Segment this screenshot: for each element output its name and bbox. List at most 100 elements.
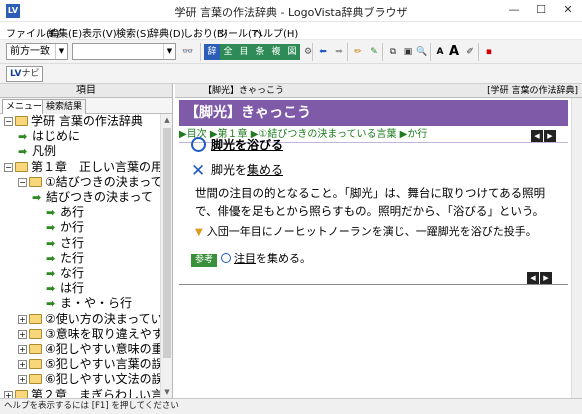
tree-folder[interactable]: − 第１章 正しい言葉の用 [4,160,160,175]
menu-bar: ファイル(F) 編集(E) 表示(V) 検索(S) 辞典(D) しおり(B) ツ… [0,22,582,40]
reference-tag: 参考 [191,254,218,267]
tree-item[interactable]: ➡ な行 [46,266,84,281]
binoculars-icon[interactable]: 👓 [180,44,196,60]
tree-label: あ行 [60,205,85,219]
status-bar: ヘルプを表示するには [F1] を押してください [0,398,582,414]
correct-circle-icon [191,137,206,152]
tree-label: 第１章 正しい言葉の用 [31,160,160,174]
dictionary-name: [学研 言葉の作法辞典] [487,86,578,96]
marker-icon[interactable]: ✏ [350,44,366,60]
arrow-right-icon: ➡ [32,191,42,204]
tree-item[interactable]: ➡ さ行 [46,236,84,251]
prev-entry-button[interactable]: ◀ [531,130,543,142]
zoom-icon[interactable]: 🔍 [414,44,430,60]
tree-label: 学研 言葉の作法辞典 [31,114,143,128]
tree-folder[interactable]: + ③意味を取り違えやす [18,327,160,342]
folder-icon [29,374,42,384]
tree-folder[interactable]: − 学研 言葉の作法辞典 [4,114,143,129]
arrow-right-icon: ➡ [46,206,56,219]
chevron-down-icon[interactable]: ▼ [55,44,67,59]
search-mode-value: 前方一致 [10,46,50,57]
tree-item[interactable]: ➡ はじめに [18,129,80,144]
tree-label: ①結びつきの決まって [45,175,160,189]
search-mode-select[interactable]: 前方一致 ▼ [6,43,68,60]
expand-icon[interactable]: + [18,345,27,354]
menu-help[interactable]: ヘルプ(H) [253,25,298,40]
tab-search-results[interactable]: 検索結果 [42,99,87,114]
expand-icon[interactable]: + [18,360,27,369]
back-arrow-icon[interactable]: ⬅ [315,44,331,60]
tree-item[interactable]: ➡ た行 [46,251,84,266]
dictionary-list-icon[interactable]: 辞 [204,44,220,60]
expand-icon[interactable]: + [4,391,13,398]
tree-folder[interactable]: + ④犯しやすい意味の重 [18,342,160,357]
stop-icon[interactable]: ⏹ [481,44,497,60]
tree-item[interactable]: ➡ 凡例 [18,144,56,159]
menu-scrollbar[interactable]: ▲ ▼ [160,114,172,398]
tree-folder[interactable]: + ②使い方の決まってい [18,312,160,327]
tree-item[interactable]: ➡ 結びつきの決まって [32,190,153,205]
reference-text: を集める。 [256,252,312,265]
menu-search[interactable]: 検索(S) [116,25,150,40]
tree-label: 結びつきの決まって [46,190,153,204]
tree-folder[interactable]: − ①結びつきの決まって [18,175,160,190]
expand-icon[interactable]: + [18,375,27,384]
arrow-right-icon: ➡ [18,130,28,143]
dictionary-icon-2[interactable]: 目 [236,44,252,60]
search-input[interactable]: ▼ [72,43,176,60]
tree-folder[interactable]: + ⑤犯しやすい言葉の誤 [18,357,160,372]
menu-edit[interactable]: 編集(E) [48,25,82,40]
minimize-button[interactable]: — [500,0,528,20]
scroll-down-icon[interactable]: ▼ [161,386,173,398]
menu-view[interactable]: 表示(V) [82,25,117,40]
highlight-icon[interactable]: ✐ [462,44,478,60]
folder-icon [29,359,42,369]
tab-menu[interactable]: メニュー [2,99,47,114]
dictionary-icon-1[interactable]: 全 [220,44,236,60]
tree-item[interactable]: ➡ は行 [46,281,84,296]
collapse-icon[interactable]: − [4,163,13,172]
copy-icon[interactable]: ⧉ [385,44,401,60]
forward-arrow-icon[interactable]: ➡ [331,44,347,60]
next-entry-button[interactable]: ▶ [540,272,552,284]
wrong-usage-prefix: 脚光を [211,163,248,177]
scrollbar-thumb[interactable] [163,128,171,358]
tree-label: ま・や・ら行 [60,296,133,310]
dictionary-icon-5[interactable]: 図 [284,44,300,60]
entry-label: 【脚光】きゃっこう [203,86,285,96]
toolbar-separator [312,43,313,61]
lvnavi-button[interactable]: LVナビ [6,66,44,82]
close-button[interactable]: ✕ [554,0,582,20]
dictionary-icon-3[interactable]: 条 [252,44,268,60]
font-larger-icon[interactable]: A [446,44,462,60]
secondary-toolbar: LVナビ [0,64,582,84]
settings-icon[interactable]: ⚙ [300,44,316,60]
dictionary-icon-4[interactable]: 複 [268,44,284,60]
tree-item[interactable]: ➡ ま・や・ら行 [46,296,132,311]
pen-icon[interactable]: ✎ [366,44,382,60]
tree-folder[interactable]: + ⑥犯しやすい文法の誤 [18,372,160,387]
chevron-down-icon[interactable]: ▼ [163,44,175,59]
reference-note: 参考 注目を集める。 [191,251,311,267]
expand-icon[interactable]: + [18,315,27,324]
arrow-right-icon: ➡ [46,297,56,310]
tree-item[interactable]: ➡ か行 [46,220,84,235]
menu-dictionary[interactable]: 辞典(D) [149,25,185,40]
menu-pane-header: 項目 [0,84,172,98]
maximize-button[interactable]: ☐ [527,0,555,20]
expand-icon[interactable]: + [18,330,27,339]
collapse-icon[interactable]: − [4,117,13,126]
tree-label: ⑥犯しやすい文法の誤 [45,372,160,386]
tree-folder[interactable]: + 第２章 まぎらわしい言 [4,388,160,398]
scroll-up-icon[interactable]: ▲ [161,114,173,126]
next-entry-button[interactable]: ▶ [544,130,556,142]
entry-nav-bottom: ◀ ▶ [527,270,553,284]
content-scrollbar[interactable] [571,98,582,398]
arrow-right-icon: ➡ [46,282,56,295]
tree-label: 凡例 [32,144,57,158]
folder-icon [15,116,28,126]
tree-item[interactable]: ➡ あ行 [46,205,84,220]
collapse-icon[interactable]: − [18,178,27,187]
window-title: 学研 言葉の作法辞典 - LogoVista辞典ブラウザ [174,6,408,19]
prev-entry-button[interactable]: ◀ [527,272,539,284]
